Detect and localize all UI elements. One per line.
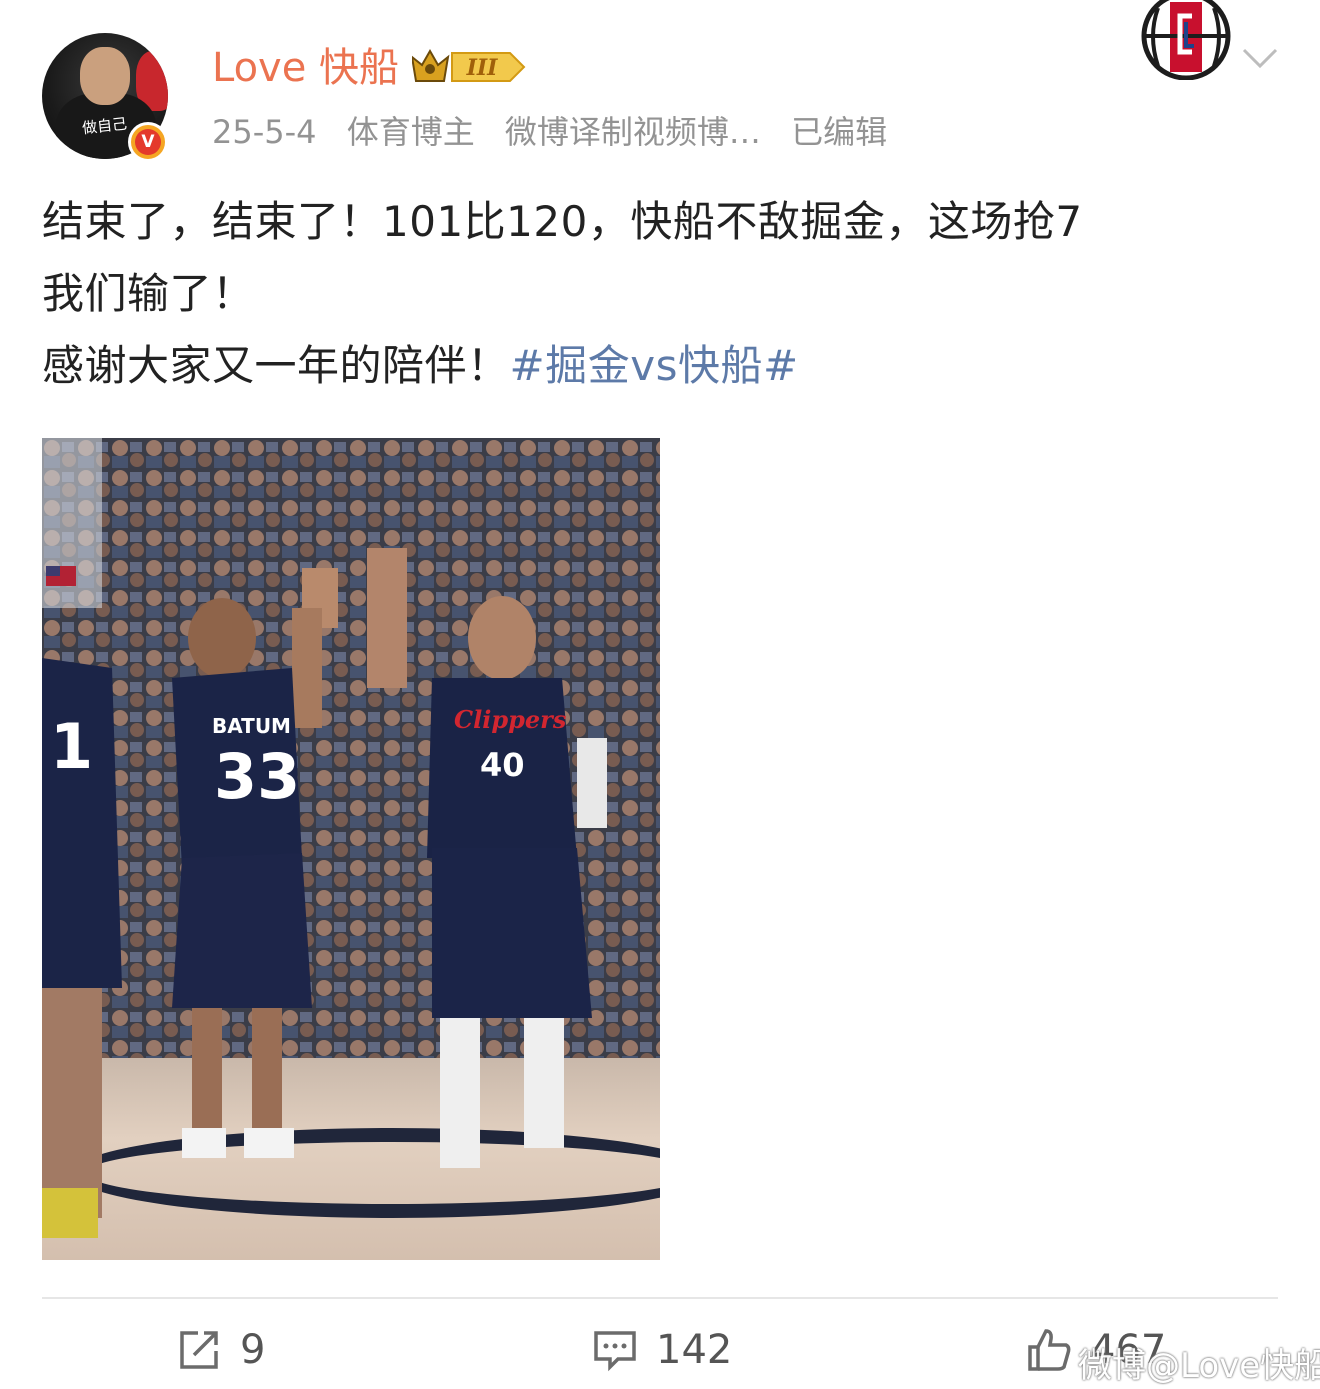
player-33: BATUM 33 [172, 568, 338, 1158]
player-1-number: 1 [50, 710, 93, 783]
post-photo[interactable]: BATUM 33 Clippers 40 1 [42, 438, 660, 1260]
repost-icon [180, 1331, 218, 1369]
user-tag-sports: 体育博主 [346, 113, 475, 151]
clippers-logo-icon[interactable] [1140, 0, 1232, 80]
repost-button[interactable]: 9 [176, 1322, 265, 1378]
player-40: Clippers 40 [367, 548, 607, 1168]
comment-icon [594, 1331, 636, 1372]
player-40-team: Clippers [454, 705, 567, 734]
username[interactable]: Love 快船 [212, 42, 399, 94]
edited-label: 已编辑 [791, 113, 888, 151]
member-level-badge-icon[interactable]: III [412, 47, 526, 87]
hashtag-link[interactable]: #掘金vs快船# [510, 341, 799, 390]
chevron-down-icon[interactable] [1240, 46, 1280, 70]
post-line-3: 感谢大家又一年的陪伴！#掘金vs快船# [42, 330, 1292, 402]
avatar-face [80, 47, 130, 105]
post-meta: 25-5-4 体育博主 微博译制视频博… 已编辑 [212, 110, 907, 154]
user-tag-video: 微博译制视频博… [504, 113, 761, 151]
player-33-number: 33 [214, 740, 300, 813]
action-divider [42, 1297, 1278, 1299]
post-line-3-text: 感谢大家又一年的陪伴！ [42, 341, 510, 390]
verified-badge-icon: V [128, 122, 168, 162]
player-1: 1 [42, 658, 122, 1238]
post-line-2: 我们输了！ [42, 269, 255, 318]
repost-count: 9 [240, 1327, 266, 1373]
thumbs-up-icon [1028, 1329, 1071, 1371]
player-33-name: BATUM [212, 714, 291, 738]
level-badge-text: III [466, 55, 499, 81]
weibo-watermark: 微博@Love快船 [1078, 1346, 1320, 1386]
post-line-1: 结束了，结束了！101比120，快船不敌掘金，这场抢7 [42, 197, 1083, 246]
player-40-number: 40 [480, 746, 525, 784]
post-body: 结束了，结束了！101比120，快船不敌掘金，这场抢7 我们输了！ 感谢大家又一… [42, 186, 1292, 402]
comment-button[interactable]: 142 [592, 1322, 732, 1378]
comment-count: 142 [656, 1327, 733, 1373]
post-date: 25-5-4 [212, 113, 317, 151]
